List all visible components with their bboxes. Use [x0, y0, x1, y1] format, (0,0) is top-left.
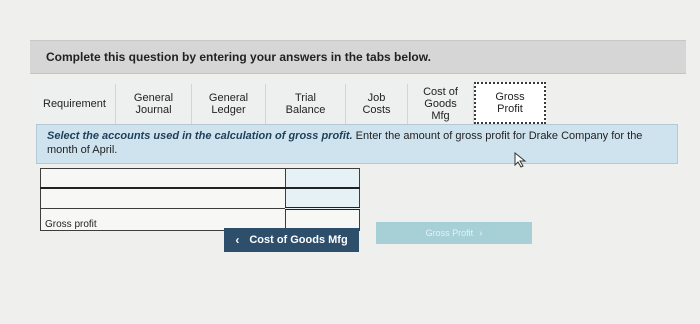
mouse-cursor-icon	[514, 152, 527, 168]
question-emphasis: Select the accounts used in the calculat…	[47, 130, 353, 142]
account-select[interactable]	[40, 187, 286, 209]
chevron-left-icon: ‹	[235, 233, 240, 247]
tab-label: Gross Profit	[495, 91, 525, 115]
table-row	[40, 187, 360, 210]
tab-label: Cost of Goods Mfg	[423, 86, 458, 122]
next-tab-label: Gross Profit	[425, 228, 474, 238]
gross-profit-table: Gross profit	[40, 168, 360, 231]
tab-general-journal[interactable]: General Journal	[116, 84, 192, 124]
instruction-bar: Complete this question by entering your …	[30, 40, 686, 74]
tab-general-ledger[interactable]: General Ledger	[192, 84, 266, 124]
tab-label: Trial Balance	[285, 92, 326, 116]
previous-tab-label: Cost of Goods Mfg	[249, 234, 348, 246]
tab-label: Job Costs	[362, 92, 391, 116]
amount-input[interactable]	[285, 168, 360, 189]
tab-cost-of-goods-mfg[interactable]: Cost of Goods Mfg	[408, 84, 474, 124]
tab-bar: Requirement General Journal General Ledg…	[34, 82, 546, 124]
next-tab-button[interactable]: Gross Profit ›	[376, 222, 532, 244]
tab-label: General Ledger	[208, 92, 249, 116]
instruction-text: Complete this question by entering your …	[46, 50, 431, 64]
tab-gross-profit[interactable]: Gross Profit	[474, 82, 546, 124]
chevron-right-icon: ›	[479, 227, 483, 239]
amount-input[interactable]	[285, 187, 360, 210]
tab-requirement[interactable]: Requirement	[34, 84, 116, 124]
question-panel: Select the accounts used in the calculat…	[36, 124, 678, 164]
table-row	[40, 168, 360, 189]
tab-label: General Journal	[133, 92, 174, 116]
previous-tab-button[interactable]: ‹ Cost of Goods Mfg	[224, 228, 359, 252]
tab-job-costs[interactable]: Job Costs	[346, 84, 408, 124]
account-select[interactable]	[40, 168, 286, 189]
tab-label: Requirement	[43, 98, 106, 110]
tab-trial-balance[interactable]: Trial Balance	[266, 84, 346, 124]
